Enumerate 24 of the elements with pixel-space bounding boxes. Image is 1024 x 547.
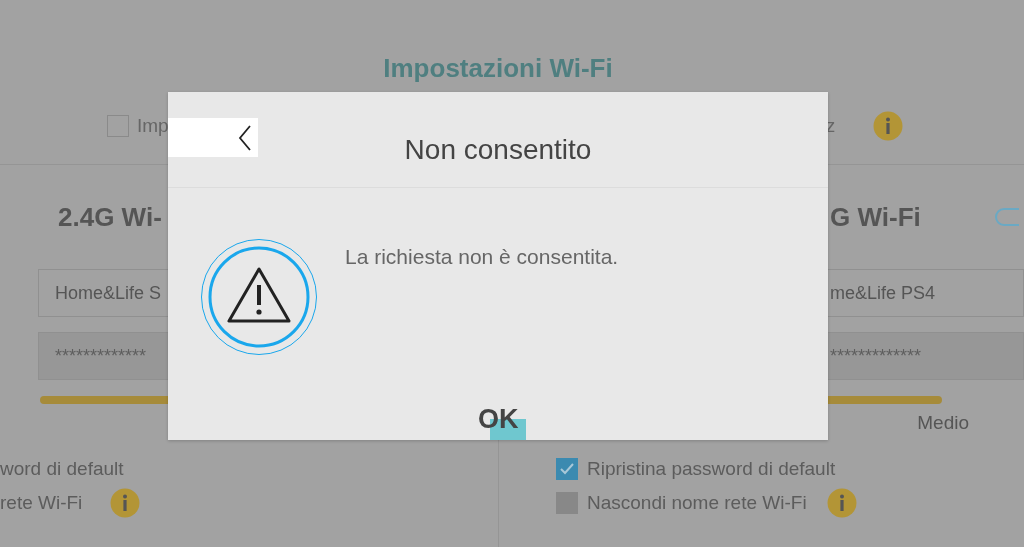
checkbox[interactable] (556, 458, 578, 480)
ssid-field[interactable]: me&Life PS4 (828, 269, 1024, 317)
section-heading: G Wi-Fi (830, 201, 921, 234)
checkbox[interactable] (556, 492, 578, 514)
page-title: Impostazioni Wi-Fi (383, 53, 613, 84)
password-field[interactable]: ************* (828, 332, 1024, 380)
warning-icon (200, 238, 318, 356)
strength-label: Medio (917, 412, 969, 434)
chevron-left-icon (238, 124, 252, 151)
dialog-title: Non consentito (404, 134, 592, 166)
option-label: Imp (137, 115, 169, 137)
password-field[interactable]: ************* (38, 332, 168, 380)
dialog-message: La richiesta non è consentita. (345, 245, 619, 269)
info-icon[interactable] (826, 488, 857, 518)
info-icon[interactable] (110, 488, 141, 518)
checkbox[interactable] (107, 115, 129, 137)
checkbox-label: word di default (0, 458, 124, 480)
section-heading: 2.4G Wi- (58, 201, 163, 234)
checkbox-label: rete Wi-Fi (0, 492, 83, 514)
toggle-switch[interactable] (994, 208, 1019, 226)
info-icon[interactable] (873, 111, 904, 141)
back-button[interactable] (168, 118, 258, 157)
checkbox-label: Nascondi nome rete Wi-Fi (587, 492, 807, 514)
checkbox-label: Ripristina password di default (587, 458, 836, 480)
